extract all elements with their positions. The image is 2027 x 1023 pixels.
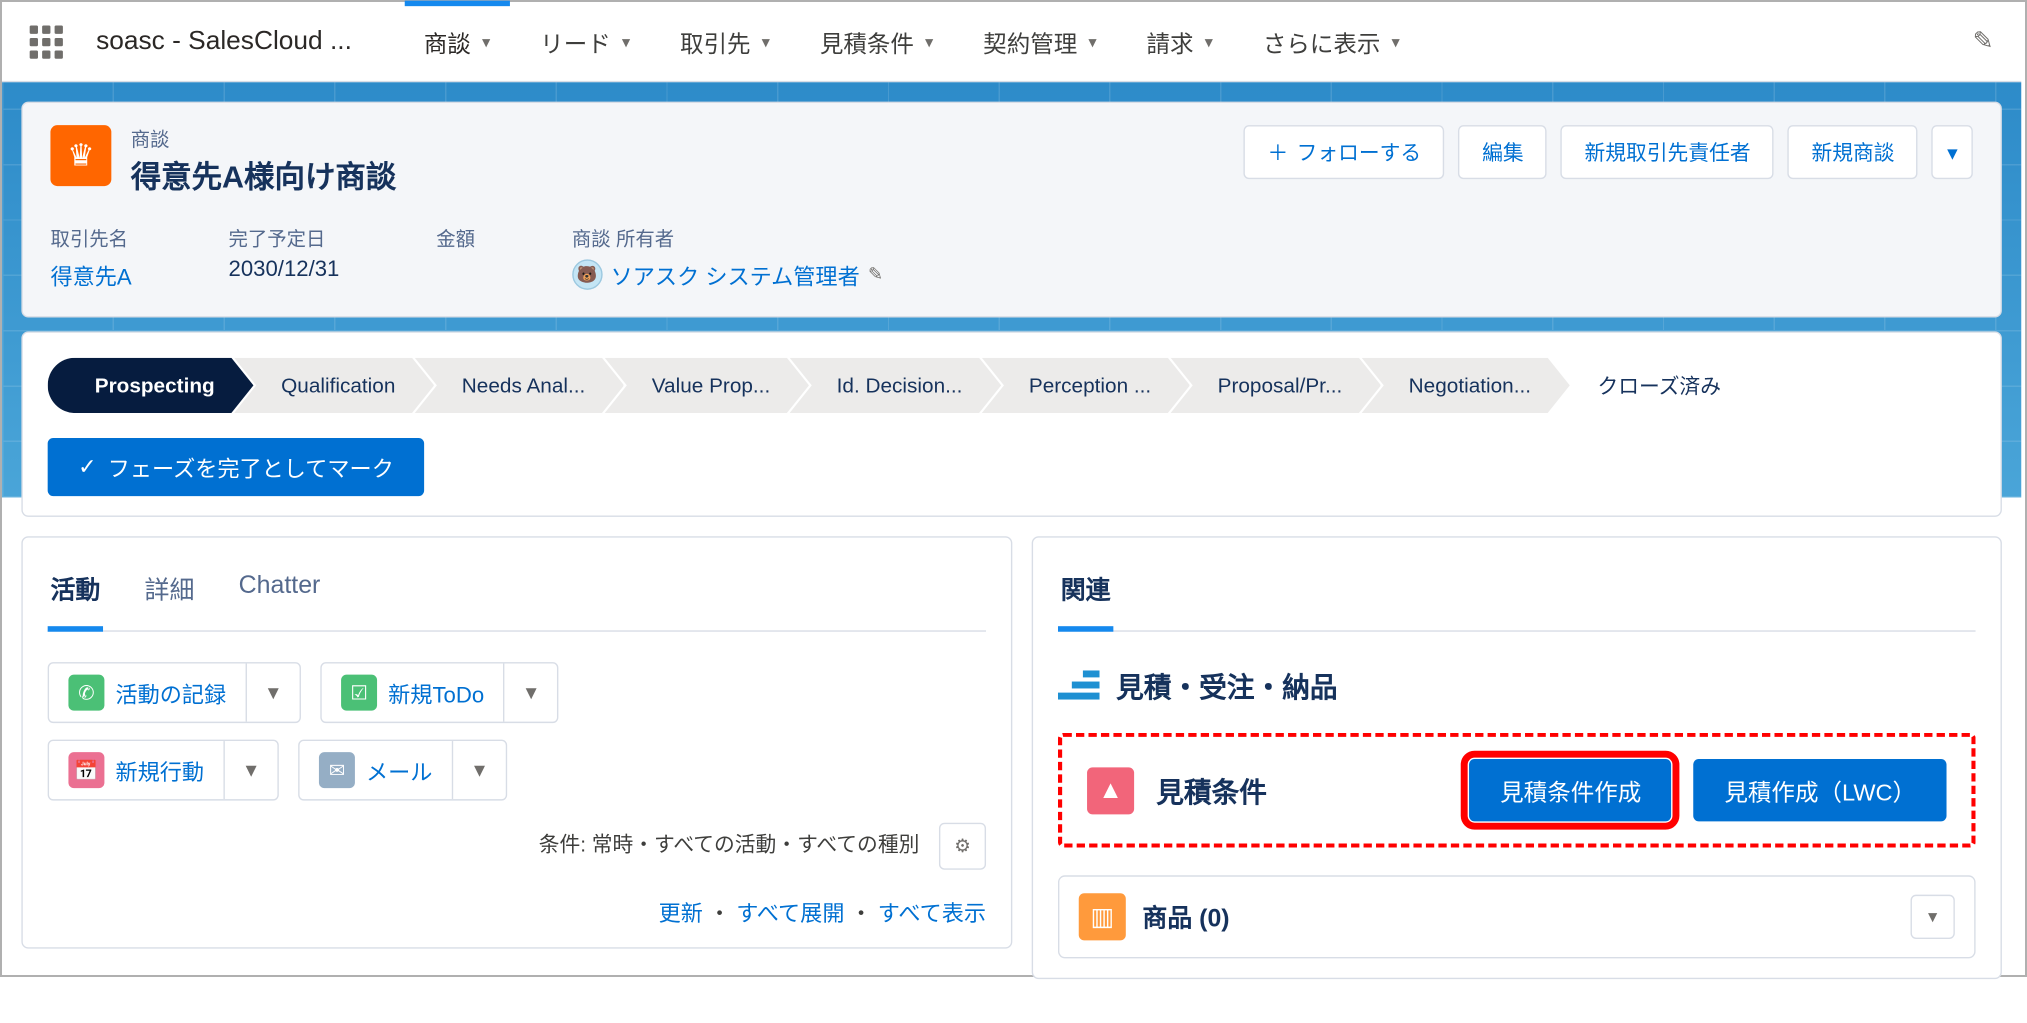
object-label: 商談 — [131, 125, 397, 153]
check-icon: ✓ — [78, 453, 97, 481]
tab-label: リード — [540, 24, 611, 59]
gear-icon: ⚙ — [954, 835, 971, 856]
chevron-down-icon: ▾ — [482, 32, 490, 51]
subtab-activity[interactable]: 活動 — [48, 563, 103, 632]
subtab-related[interactable]: 関連 — [1058, 563, 1113, 632]
product-icon: ▥ — [1079, 893, 1126, 940]
estimate-icon: ▲ — [1087, 767, 1134, 814]
path-stage-negotiation[interactable]: Negotiation... — [1362, 358, 1570, 413]
tab-label: 契約管理 — [983, 24, 1077, 59]
chevron-down-icon: ▾ — [1088, 32, 1096, 51]
field-value-close-date: 2030/12/31 — [229, 258, 340, 283]
tab-label: 請求 — [1147, 24, 1194, 59]
chevron-down-icon: ▾ — [1205, 32, 1213, 51]
refresh-link[interactable]: 更新 — [659, 903, 703, 927]
email-dropdown[interactable]: ▾ — [453, 741, 506, 799]
button-label: 新規行動 — [115, 754, 204, 787]
log-call-button[interactable]: ✆ 活動の記録 — [49, 664, 247, 722]
new-contact-role-button[interactable]: 新規取引先責任者 — [1561, 125, 1774, 179]
new-event-button[interactable]: 📅 新規行動 — [49, 741, 225, 799]
account-link[interactable]: 得意先A — [50, 266, 131, 290]
log-call-dropdown[interactable]: ▾ — [247, 664, 300, 722]
path-stage-value-prop[interactable]: Value Prop... — [605, 358, 809, 413]
button-label: フォローする — [1297, 138, 1422, 167]
activity-filter-text: 条件: 常時・すべての活動・すべての種別 — [539, 834, 920, 858]
path-stage-proposal[interactable]: Proposal/Pr... — [1171, 358, 1381, 413]
tab-invoice[interactable]: 請求 ▾ — [1127, 1, 1232, 81]
change-owner-icon[interactable]: ✎ — [868, 264, 883, 286]
tab-account[interactable]: 取引先 ▾ — [661, 1, 790, 81]
new-event-dropdown[interactable]: ▾ — [225, 741, 278, 799]
tab-more[interactable]: さらに表示 ▾ — [1243, 1, 1419, 81]
more-actions-button[interactable]: ▾ — [1932, 125, 1973, 179]
path-stage-prospecting[interactable]: Prospecting — [48, 358, 254, 413]
calendar-icon: 📅 — [68, 752, 104, 788]
estimate-condition-card: ▲ 見積条件 見積条件作成 見積作成（LWC） — [1058, 733, 1976, 848]
avatar: 🐻 — [572, 259, 602, 289]
subtab-chatter[interactable]: Chatter — [236, 563, 323, 631]
chevron-down-icon: ▾ — [925, 32, 933, 51]
expand-all-link[interactable]: すべて展開 — [736, 903, 844, 927]
field-label-account: 取引先名 — [50, 225, 131, 253]
opportunity-icon: ♛ — [50, 125, 111, 186]
chevron-down-icon: ▾ — [622, 32, 630, 51]
chevron-down-icon: ▾ — [762, 32, 770, 51]
field-label-owner: 商談 所有者 — [572, 225, 883, 253]
chevron-down-icon: ▾ — [1392, 32, 1400, 51]
new-task-dropdown[interactable]: ▾ — [505, 664, 558, 722]
owner-link[interactable]: ソアスク システム管理者 — [611, 258, 860, 291]
create-estimate-lwc-button[interactable]: 見積作成（LWC） — [1694, 759, 1947, 821]
new-task-button[interactable]: ☑ 新規ToDo — [322, 664, 505, 722]
new-opportunity-button[interactable]: 新規商談 — [1788, 125, 1918, 179]
tab-label: 商談 — [424, 24, 471, 59]
tab-lead[interactable]: リード ▾ — [521, 1, 650, 81]
section-icon — [1058, 670, 1100, 700]
record-title: 得意先A様向け商談 — [131, 153, 397, 197]
subtab-details[interactable]: 詳細 — [142, 563, 197, 631]
button-label: 活動の記録 — [115, 676, 226, 709]
checklist-icon: ☑ — [341, 675, 377, 711]
button-label: メール — [366, 754, 432, 787]
path-stage-perception[interactable]: Perception ... — [982, 358, 1190, 413]
button-label: 新規ToDo — [388, 676, 484, 709]
phone-icon: ✆ — [68, 675, 104, 711]
mail-icon: ✉ — [319, 752, 355, 788]
follow-button[interactable]: ＋ フォローする — [1244, 125, 1445, 179]
field-label-close-date: 完了予定日 — [229, 225, 340, 253]
products-title: 商品 (0) — [1142, 899, 1229, 935]
chevron-down-icon: ▾ — [1947, 140, 1957, 165]
tab-label: 取引先 — [680, 24, 751, 59]
path-stage-closed[interactable]: クローズ済み — [1550, 358, 1759, 413]
tab-estimate[interactable]: 見積条件 ▾ — [800, 1, 952, 81]
plus-icon: ＋ — [1268, 138, 1289, 167]
activity-filter-settings-button[interactable]: ⚙ — [939, 823, 986, 870]
email-button[interactable]: ✉ メール — [300, 741, 454, 799]
mark-stage-complete-button[interactable]: ✓ フェーズを完了としてマーク — [48, 438, 425, 496]
tab-label: 見積条件 — [820, 24, 914, 59]
button-label: フェーズを完了としてマーク — [108, 450, 394, 483]
view-all-link[interactable]: すべて表示 — [878, 903, 986, 927]
path-stage-id-decision[interactable]: Id. Decision... — [790, 358, 1002, 413]
edit-button[interactable]: 編集 — [1459, 125, 1548, 179]
path-stage-needs-analysis[interactable]: Needs Anal... — [415, 358, 624, 413]
tab-contract[interactable]: 契約管理 ▾ — [964, 1, 1116, 81]
app-launcher-icon[interactable] — [30, 25, 63, 58]
tab-label: さらに表示 — [1263, 24, 1381, 59]
app-name: soasc - SalesCloud ... — [96, 26, 352, 56]
section-title-text: 見積・受注・納品 — [1116, 665, 1337, 705]
tab-opportunity[interactable]: 商談 ▾ — [404, 1, 509, 81]
field-label-amount: 金額 — [436, 225, 475, 253]
create-estimate-condition-button[interactable]: 見積条件作成 — [1470, 759, 1672, 821]
products-dropdown[interactable]: ▾ — [1911, 895, 1955, 939]
path-stage-qualification[interactable]: Qualification — [234, 358, 434, 413]
estimate-condition-title: 見積条件 — [1156, 770, 1267, 810]
edit-nav-icon[interactable]: ✎ — [1973, 27, 1994, 56]
